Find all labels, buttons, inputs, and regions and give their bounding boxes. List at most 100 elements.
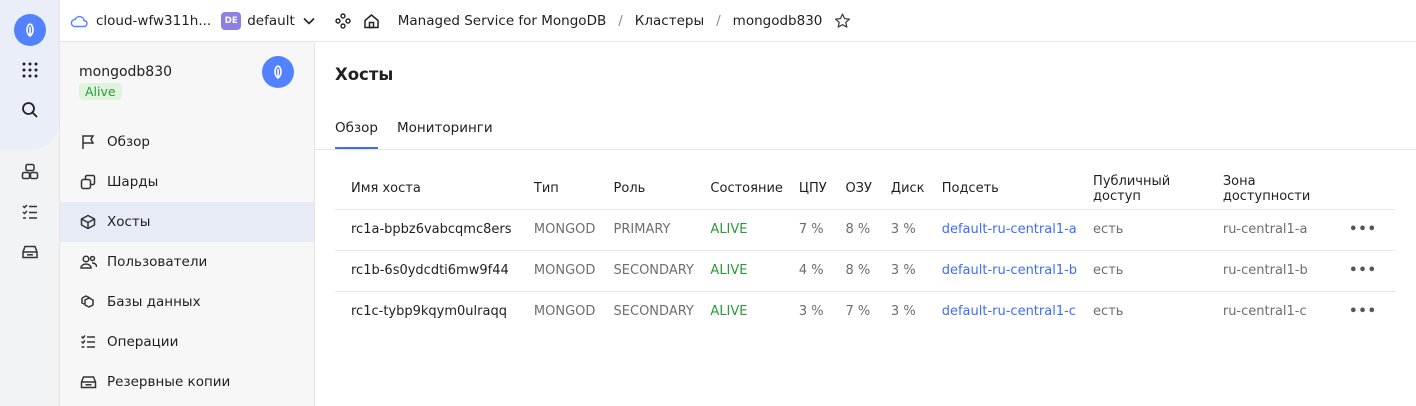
column-header-role[interactable]: Роль — [597, 169, 695, 210]
host-role: PRIMARY — [597, 209, 695, 251]
column-header-zone[interactable]: Зона доступности — [1206, 169, 1333, 210]
shards-icon — [79, 173, 97, 191]
cloud-icon — [70, 14, 88, 28]
breadcrumb-clusters[interactable]: Кластеры — [635, 13, 704, 29]
services-icon[interactable] — [18, 160, 42, 184]
star-icon[interactable] — [834, 13, 851, 29]
breadcrumb-separator: / — [716, 12, 721, 29]
chevron-down-icon[interactable] — [303, 17, 315, 25]
sidebar-item-backups[interactable]: Резервные копии — [60, 362, 314, 402]
left-rail — [0, 0, 60, 406]
hosts-table: Имя хоста Тип Роль Состояние ЦПУ ОЗУ Дис… — [335, 169, 1395, 332]
breadcrumb-cluster: mongodb830 — [732, 12, 823, 29]
home-icon[interactable] — [363, 13, 380, 29]
cluster-name: mongodb830 — [79, 64, 173, 80]
tab-monitoring[interactable]: Мониторинги — [397, 120, 493, 149]
column-header-host[interactable]: Имя хоста — [335, 169, 518, 210]
host-zone: ru-central1-b — [1206, 250, 1333, 292]
row-menu-button[interactable]: ••• — [1333, 250, 1395, 292]
host-cpu: 3 % — [798, 304, 824, 320]
storage-icon[interactable] — [18, 240, 42, 264]
column-header-cpu[interactable]: ЦПУ — [782, 169, 830, 210]
column-header-actions — [1333, 169, 1395, 210]
databases-icon — [79, 293, 97, 311]
column-header-ram[interactable]: ОЗУ — [829, 169, 875, 210]
host-public-access: есть — [1077, 209, 1207, 251]
users-icon — [79, 253, 97, 271]
host-disk: 3 % — [890, 304, 916, 320]
cluster-sidebar: mongodb830 Alive Обзор Шарды Хосты Польз… — [60, 42, 315, 406]
sidebar-item-users[interactable]: Пользователи — [60, 242, 314, 282]
tab-bar: Обзор Мониторинги — [315, 112, 1416, 150]
host-public-access: есть — [1077, 250, 1207, 292]
sidebar-item-operations[interactable]: Операции — [60, 322, 314, 362]
cloud-selector[interactable]: cloud-wfw311h... — [96, 13, 211, 29]
column-header-type[interactable]: Тип — [517, 169, 598, 210]
column-header-state[interactable]: Состояние — [694, 169, 783, 210]
host-type: MONGOD — [517, 250, 598, 292]
folder-selector[interactable]: default — [247, 13, 295, 29]
table-row[interactable]: rc1b-6s0ydcdti6mw9f44 MONGOD SECONDARY A… — [335, 250, 1395, 292]
tab-overview[interactable]: Обзор — [335, 120, 378, 149]
host-zone: ru-central1-c — [1222, 304, 1307, 320]
sidebar-item-label: Пользователи — [107, 254, 208, 270]
host-cpu: 7 % — [782, 209, 830, 251]
sidebar-item-label: Базы данных — [107, 294, 201, 310]
host-subnet-link[interactable]: default-ru-central1-b — [925, 250, 1078, 292]
row-menu-button[interactable]: ••• — [1333, 291, 1395, 332]
sidebar-item-label: Хосты — [107, 214, 151, 230]
sidebar-item-overview[interactable]: Обзор — [60, 122, 314, 162]
tasks-list-icon[interactable] — [18, 200, 42, 224]
sidebar-item-label: Шарды — [107, 174, 159, 190]
host-ram: 7 % — [845, 304, 871, 320]
table-header-row: Имя хоста Тип Роль Состояние ЦПУ ОЗУ Дис… — [335, 169, 1395, 210]
sidebar-item-databases[interactable]: Базы данных — [60, 282, 314, 322]
sidebar-item-label: Операции — [107, 334, 179, 350]
search-icon[interactable] — [18, 98, 42, 122]
host-name[interactable]: rc1b-6s0ydcdti6mw9f44 — [335, 250, 518, 292]
cloud-logo-icon[interactable] — [14, 14, 46, 46]
host-role: SECONDARY — [597, 250, 695, 292]
page-title: Хосты — [335, 65, 394, 84]
network-icon[interactable] — [335, 12, 351, 29]
main-content: Хосты Обзор Мониторинги Имя хоста Тип Ро… — [315, 42, 1416, 406]
list-check-icon — [79, 333, 97, 351]
table-row[interactable]: rc1c-tybp9kqym0ulraqq MONGOD SECONDARY A… — [335, 291, 1395, 332]
breadcrumb-service[interactable]: Managed Service for MongoDB — [398, 13, 606, 29]
host-state: ALIVE — [694, 209, 783, 251]
host-type: MONGOD — [517, 209, 598, 251]
host-ram: 8 % — [829, 209, 875, 251]
host-name[interactable]: rc1c-tybp9kqym0ulraqq — [335, 291, 518, 332]
host-zone: ru-central1-a — [1206, 209, 1333, 251]
column-header-subnet[interactable]: Подсеть — [925, 169, 1078, 210]
host-public-access: есть — [1093, 304, 1124, 320]
apps-grid-icon[interactable] — [18, 58, 42, 82]
host-subnet-link[interactable]: default-ru-central1-a — [925, 209, 1078, 251]
column-header-public-access[interactable]: Публичный доступ — [1077, 169, 1207, 210]
sidebar-item-label: Обзор — [107, 134, 150, 150]
host-subnet-link[interactable]: default-ru-central1-c — [926, 291, 1077, 332]
host-disk: 3 % — [874, 209, 926, 251]
folder-badge: DE — [221, 11, 242, 30]
sidebar-item-label: Резервные копии — [107, 374, 231, 390]
status-badge: Alive — [79, 83, 122, 100]
table-row[interactable]: rc1a-bpbz6vabcqmc8ers MONGOD PRIMARY ALI… — [335, 209, 1395, 251]
host-type: MONGOD — [533, 304, 596, 320]
host-cpu: 4 % — [782, 250, 830, 292]
host-role: SECONDARY — [613, 304, 694, 320]
app-window: cloud-wfw311h... DE default Managed Serv… — [0, 0, 1416, 406]
flag-icon — [79, 133, 97, 151]
breadcrumb-bar: cloud-wfw311h... DE default Managed Serv… — [60, 0, 1416, 42]
host-state: ALIVE — [694, 250, 783, 292]
host-state: ALIVE — [710, 304, 748, 320]
sidebar-item-shards[interactable]: Шарды — [60, 162, 314, 202]
host-ram: 8 % — [829, 250, 875, 292]
backup-icon — [79, 373, 97, 391]
mongodb-service-icon — [262, 56, 294, 88]
breadcrumb-separator: / — [618, 12, 623, 29]
host-name[interactable]: rc1a-bpbz6vabcqmc8ers — [335, 209, 518, 251]
host-disk: 3 % — [874, 250, 926, 292]
row-menu-button[interactable]: ••• — [1333, 209, 1395, 251]
column-header-disk[interactable]: Диск — [874, 169, 926, 210]
sidebar-item-hosts[interactable]: Хосты — [60, 202, 314, 242]
